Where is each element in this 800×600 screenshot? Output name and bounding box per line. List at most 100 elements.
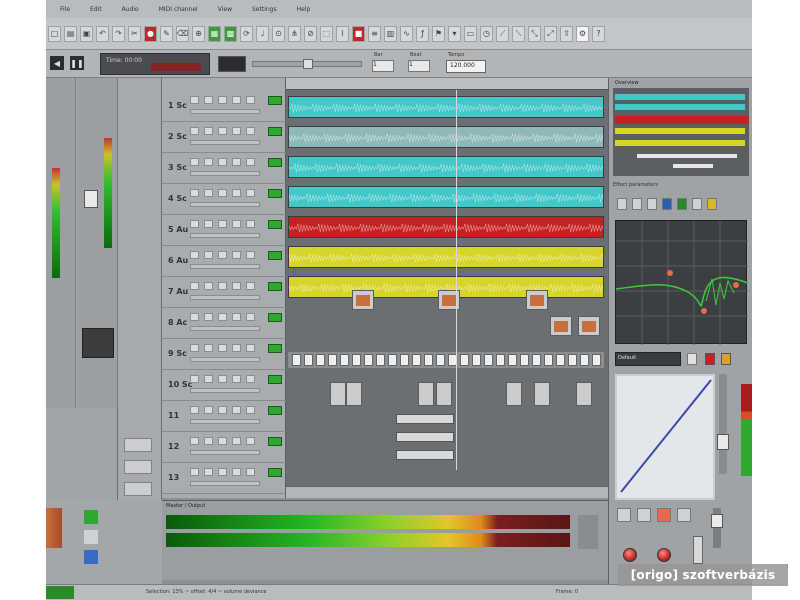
threshold-fader[interactable]	[717, 434, 729, 450]
solo-button[interactable]	[204, 282, 213, 290]
track-header[interactable]: 1 Sc	[162, 92, 286, 122]
monitor-button[interactable]	[232, 189, 241, 197]
help-icon[interactable]: ?	[592, 25, 605, 42]
arrangement-area[interactable]	[286, 90, 608, 498]
insert-slot-3[interactable]	[124, 482, 152, 496]
channel-icon-1[interactable]	[84, 510, 98, 524]
record-arm-button[interactable]	[218, 127, 227, 135]
compressor-curve[interactable]	[615, 374, 715, 500]
fx-button[interactable]	[246, 189, 255, 197]
record-arm-button[interactable]	[218, 375, 227, 383]
preset-delete-icon[interactable]	[705, 353, 715, 365]
solo-button[interactable]	[204, 158, 213, 166]
position-slider[interactable]	[252, 59, 362, 69]
position-slider-thumb[interactable]	[303, 59, 313, 69]
solo-button[interactable]	[204, 468, 213, 476]
track-header[interactable]: 5 Au	[162, 216, 286, 246]
preset-save-icon[interactable]	[687, 353, 697, 365]
automation-clip[interactable]	[396, 450, 454, 460]
mute-button[interactable]	[190, 96, 199, 104]
record-arm-button[interactable]	[218, 189, 227, 197]
channel-icon-3[interactable]	[84, 550, 98, 564]
fx-open-icon[interactable]	[617, 198, 627, 210]
save-icon[interactable]: ▣	[80, 25, 93, 42]
zoom-icon[interactable]: ⊙	[272, 25, 285, 42]
export-icon[interactable]: ⇪	[560, 25, 573, 42]
record-arm-button[interactable]	[218, 406, 227, 414]
grid-icon[interactable]: ▩	[224, 25, 237, 42]
release-knob[interactable]	[657, 548, 671, 562]
drum-hit[interactable]	[400, 354, 409, 366]
select-icon[interactable]: ⬚	[320, 25, 333, 42]
tool-d-icon[interactable]: ⤢	[544, 25, 557, 42]
drum-hit[interactable]	[592, 354, 601, 366]
mute-button[interactable]	[190, 437, 199, 445]
solo-button[interactable]	[204, 127, 213, 135]
open-icon[interactable]: ▤	[64, 25, 77, 42]
monitor-button[interactable]	[232, 406, 241, 414]
solo-button[interactable]	[204, 251, 213, 259]
track-volume-bar[interactable]	[190, 388, 260, 393]
record-arm-button[interactable]	[218, 437, 227, 445]
menu-file[interactable]: File	[60, 6, 70, 13]
track-header[interactable]: 10 Sc	[162, 371, 286, 401]
gain-slider[interactable]	[693, 536, 703, 564]
drum-hit[interactable]	[532, 354, 541, 366]
tool-c-icon[interactable]: ⤡	[528, 25, 541, 42]
eraser-icon[interactable]: ⌫	[176, 25, 189, 42]
automation-clip[interactable]	[396, 432, 454, 442]
menu-edit[interactable]: Edit	[90, 6, 102, 13]
split-icon[interactable]: ⋔	[288, 25, 301, 42]
pattern-clip[interactable]	[330, 382, 346, 406]
track-volume-bar[interactable]	[190, 326, 260, 331]
monitor-button[interactable]	[232, 468, 241, 476]
pattern-clip[interactable]	[418, 382, 434, 406]
fx-button[interactable]	[246, 344, 255, 352]
mute-button[interactable]	[190, 375, 199, 383]
fx-button[interactable]	[246, 468, 255, 476]
undo-icon[interactable]: ↶	[96, 25, 109, 42]
midi-clip[interactable]	[578, 316, 600, 336]
monitor-icon[interactable]	[677, 508, 691, 522]
track-header[interactable]: 9 Sc	[162, 340, 286, 370]
drum-hit[interactable]	[436, 354, 445, 366]
fx-info-icon[interactable]	[662, 198, 672, 210]
fx-button[interactable]	[246, 158, 255, 166]
drum-hit[interactable]	[544, 354, 553, 366]
monitor-button[interactable]	[232, 220, 241, 228]
monitor-button[interactable]	[232, 313, 241, 321]
preset-dropdown[interactable]: Default	[615, 352, 681, 366]
menu-view[interactable]: View	[218, 6, 232, 13]
track-volume-bar[interactable]	[190, 109, 260, 114]
drum-hit[interactable]	[316, 354, 325, 366]
fx-page-icon[interactable]	[647, 198, 657, 210]
solo-button[interactable]	[204, 406, 213, 414]
drum-hit[interactable]	[376, 354, 385, 366]
menu-help[interactable]: Help	[297, 6, 311, 13]
track-volume-bar[interactable]	[190, 481, 260, 486]
fx-button[interactable]	[246, 313, 255, 321]
solo-button[interactable]	[204, 220, 213, 228]
drum-hit[interactable]	[472, 354, 481, 366]
track-volume-bar[interactable]	[190, 264, 260, 269]
rewind-icon[interactable]: ◀	[50, 56, 64, 70]
eq-graph[interactable]	[615, 220, 749, 345]
preset-edit-icon[interactable]	[721, 353, 731, 365]
drum-clip[interactable]	[288, 352, 604, 368]
audio-clip[interactable]	[288, 156, 604, 178]
snap-icon[interactable]: ▦	[208, 25, 221, 42]
track-volume-bar[interactable]	[190, 171, 260, 176]
dropdown-icon[interactable]: ▾	[448, 25, 461, 42]
audio-clip[interactable]	[288, 96, 604, 118]
record-arm-button[interactable]	[218, 313, 227, 321]
pattern-clip[interactable]	[346, 382, 362, 406]
record-arm-button[interactable]	[218, 158, 227, 166]
drum-hit[interactable]	[352, 354, 361, 366]
sidechain-icon[interactable]	[657, 508, 671, 522]
panel-icon[interactable]: ▭	[464, 25, 477, 42]
monitor-button[interactable]	[232, 344, 241, 352]
menu-audio[interactable]: Audio	[122, 6, 139, 13]
fx-button[interactable]	[246, 375, 255, 383]
drum-hit[interactable]	[328, 354, 337, 366]
pause-icon[interactable]: ❚❚	[70, 56, 84, 70]
